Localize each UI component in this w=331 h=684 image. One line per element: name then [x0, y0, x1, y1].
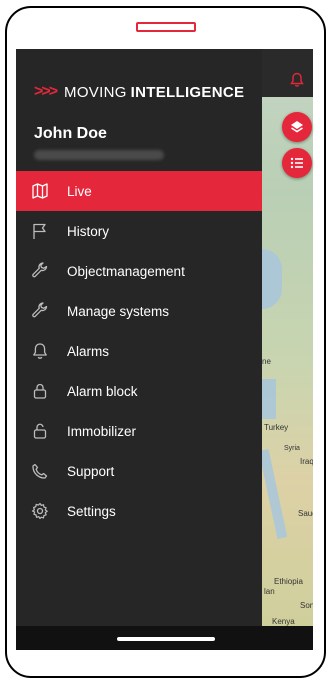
menu-item-history[interactable]: History — [16, 211, 262, 251]
menu-label: Immobilizer — [67, 423, 137, 439]
menu-label: Objectmanagement — [67, 263, 185, 279]
map-label: Syria — [284, 445, 300, 452]
layers-button[interactable] — [282, 112, 312, 142]
map-label: Ethiopia — [274, 577, 303, 586]
phone-icon — [30, 461, 50, 481]
menu-item-objectmanagement[interactable]: Objectmanagement — [16, 251, 262, 291]
user-email-blurred — [34, 150, 164, 160]
wrench-icon — [30, 301, 50, 321]
menu-item-manage-systems[interactable]: Manage systems — [16, 291, 262, 331]
layers-icon — [291, 121, 303, 133]
map-water — [262, 379, 276, 419]
map-label: Son — [300, 601, 313, 610]
bell-icon — [30, 341, 50, 361]
menu-label: Alarm block — [67, 383, 138, 399]
brand-logo: >>> MOVING INTELLIGENCE — [34, 82, 244, 102]
earpiece — [136, 22, 196, 32]
brand-word-moving: MOVING — [64, 83, 127, 101]
object-list-button[interactable] — [282, 148, 312, 178]
menu-label: History — [67, 223, 110, 239]
menu-label: Support — [67, 463, 115, 479]
drawer-menu: Live History Objectmanagement Manage sys… — [16, 171, 262, 531]
user-name: John Doe — [34, 125, 107, 142]
wrench-icon — [30, 261, 50, 281]
brand-chevrons: >>> — [34, 83, 58, 100]
lock-icon — [30, 381, 50, 401]
flag-icon — [30, 221, 50, 241]
brand-word-intelligence: INTELLIGENCE — [130, 83, 245, 101]
notifications-bell-icon[interactable] — [290, 72, 304, 93]
navigation-drawer: >>> MOVING INTELLIGENCE John Doe Live Hi… — [16, 49, 262, 626]
map-water — [262, 249, 282, 309]
menu-item-support[interactable]: Support — [16, 451, 262, 491]
map-label: Kenya — [272, 617, 295, 626]
unlock-icon — [30, 421, 50, 441]
menu-item-settings[interactable]: Settings — [16, 491, 262, 531]
map-icon — [30, 181, 50, 201]
menu-label: Live — [67, 183, 92, 199]
map-header — [262, 49, 313, 97]
home-indicator[interactable] — [117, 637, 215, 641]
map-label: Turkey — [264, 423, 289, 432]
map-water — [262, 448, 288, 540]
menu-item-immobilizer[interactable]: Immobilizer — [16, 411, 262, 451]
menu-item-alarm-block[interactable]: Alarm block — [16, 371, 262, 411]
menu-item-live[interactable]: Live — [16, 171, 262, 211]
gear-icon — [30, 501, 50, 521]
menu-label: Alarms — [67, 343, 110, 359]
menu-item-alarms[interactable]: Alarms — [16, 331, 262, 371]
list-icon — [290, 157, 303, 169]
menu-label: Settings — [67, 503, 116, 519]
menu-label: Manage systems — [67, 303, 170, 319]
map-label: Iraq — [300, 457, 313, 466]
map-label: Saudi — [298, 509, 313, 518]
map-label: lan — [264, 587, 275, 596]
map-label: ne — [262, 357, 271, 366]
